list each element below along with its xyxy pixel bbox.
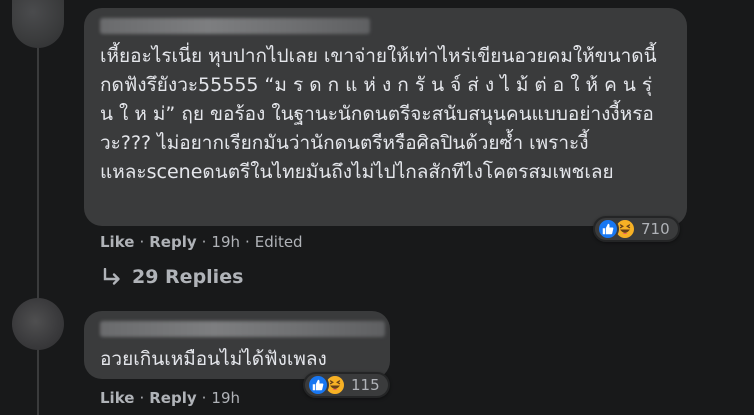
comment-bubble: เหี้ยอะไรเนี่ย หุบปากไปเลย เขาจ่ายให้เท่… <box>84 8 687 226</box>
comment-bubble: อวยเกินเหมือนไม่ได้ฟังเพลง <box>84 311 390 379</box>
reply-button[interactable]: Reply <box>149 233 196 251</box>
separator: · <box>139 389 145 407</box>
author-name-redacted[interactable] <box>100 321 385 337</box>
reply-button[interactable]: Reply <box>149 389 196 407</box>
view-replies-link[interactable]: 29 Replies <box>102 266 243 288</box>
replies-count-label[interactable]: 29 Replies <box>132 266 243 288</box>
reaction-count: 710 <box>641 220 670 238</box>
like-icon <box>307 374 329 396</box>
separator: · <box>201 233 207 251</box>
comment-actions: Like · Reply · 19h · Edited <box>100 233 303 251</box>
separator: · <box>139 233 145 251</box>
timestamp[interactable]: 19h <box>211 233 240 251</box>
avatar[interactable] <box>12 298 64 350</box>
avatar[interactable] <box>12 0 64 48</box>
comments-panel: เหี้ยอะไรเนี่ย หุบปากไปเลย เขาจ่ายให้เท่… <box>0 0 754 415</box>
separator: · <box>245 233 250 251</box>
timestamp[interactable]: 19h <box>211 389 240 407</box>
like-button[interactable]: Like <box>100 389 134 407</box>
reaction-summary[interactable]: 115 <box>303 372 390 398</box>
comment-text: อวยเกินเหมือนไม่ได้ฟังเพลง <box>100 348 327 370</box>
like-button[interactable]: Like <box>100 233 134 251</box>
like-icon <box>597 218 619 240</box>
comment-text: เหี้ยอะไรเนี่ย หุบปากไปเลย เขาจ่ายให้เท่… <box>100 45 657 183</box>
reaction-count: 115 <box>351 376 380 394</box>
author-name-redacted[interactable] <box>100 18 370 34</box>
reaction-summary[interactable]: 710 <box>593 216 680 242</box>
comment-actions: Like · Reply · 19h <box>100 389 240 407</box>
separator: · <box>201 389 207 407</box>
reply-arrow-icon <box>103 268 120 285</box>
thread-line <box>37 48 39 415</box>
edited-label[interactable]: Edited <box>255 233 303 251</box>
